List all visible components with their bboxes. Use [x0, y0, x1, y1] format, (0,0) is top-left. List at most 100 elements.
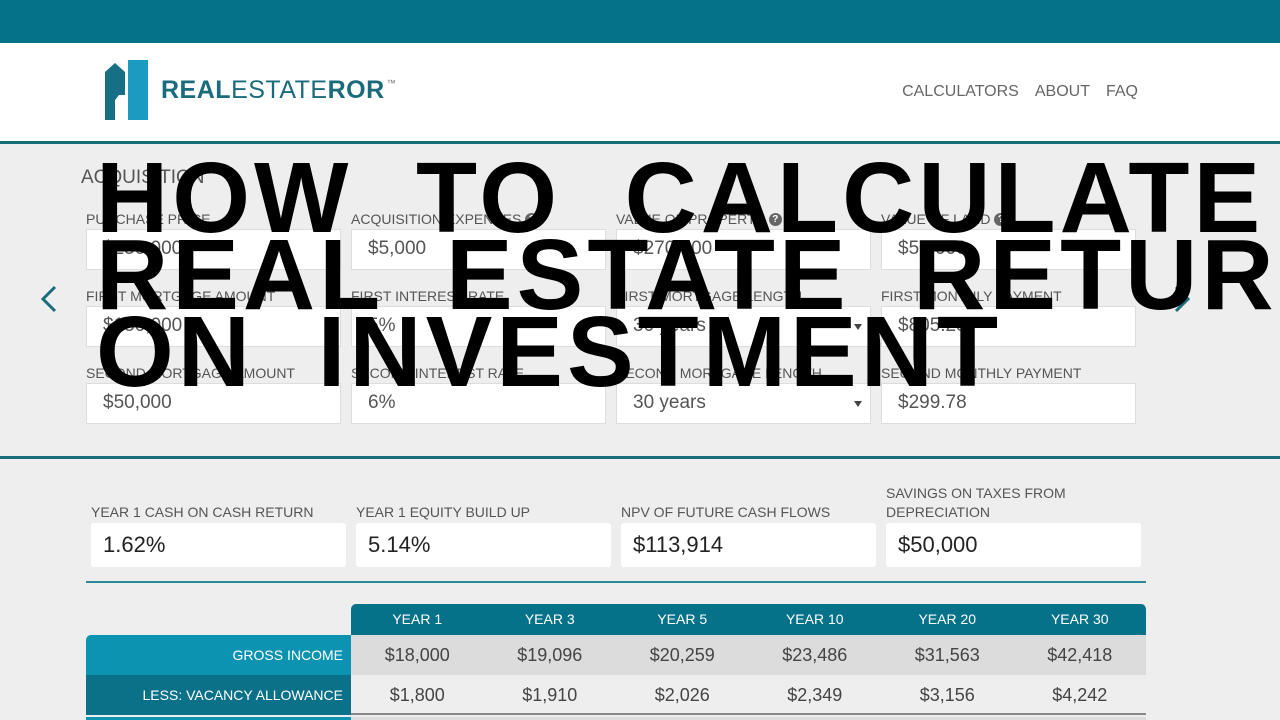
field-label: ACQUISITION EXPENSES?	[351, 209, 606, 229]
field-label-text: ACQUISITION EXPENSES	[351, 211, 522, 227]
logo-text: REALESTATEROR ™	[161, 75, 397, 104]
text-input[interactable]: $50,000	[881, 229, 1136, 270]
input-value: 30 years	[633, 392, 706, 413]
field-label: SECOND MORTGAGE LENGTH	[616, 363, 871, 383]
input-value: $250,000	[103, 238, 183, 259]
result-value: 5.14%	[356, 523, 611, 567]
input-value: 30 years	[633, 315, 706, 336]
help-icon[interactable]: ?	[994, 212, 1008, 226]
field-first-interest-rate: FIRST INTEREST RATE 5%	[351, 286, 606, 347]
field-label-text: SECOND MORTGAGE LENGTH	[616, 365, 822, 381]
caret-down-icon[interactable]	[854, 324, 862, 330]
result-label: SAVINGS ON TAXES FROM DEPRECIATION	[886, 485, 1066, 520]
table-cell: $3,156	[919, 685, 975, 705]
table-cell: $19,096	[517, 645, 583, 665]
text-input[interactable]: $270,000	[616, 229, 871, 270]
table-cell: $1,800	[389, 685, 445, 705]
text-input[interactable]: 5%	[351, 306, 606, 347]
result-value: $113,914	[621, 523, 876, 567]
column-header: YEAR 20	[918, 611, 977, 627]
text-input[interactable]: $299.78	[881, 383, 1136, 424]
field-label: SECOND MONTHLY PAYMENT	[881, 363, 1136, 383]
field-label-text: VALUE OF PROPERTY	[616, 211, 765, 227]
result-year-1-cash-on-cash-return: YEAR 1 CASH ON CASH RETURN 1.62%	[91, 485, 346, 567]
result-label: YEAR 1 EQUITY BUILD UP	[356, 504, 531, 520]
help-icon[interactable]: ?	[525, 212, 539, 226]
text-input[interactable]: $50,000	[86, 383, 341, 424]
field-label-text: PURCHASE PRICE	[86, 211, 211, 227]
input-value: $50,000	[898, 238, 967, 259]
result-savings-on-taxes-from-depreciation: SAVINGS ON TAXES FROM DEPRECIATION $50,00…	[886, 485, 1141, 567]
nav-faq[interactable]: FAQ	[1106, 83, 1138, 101]
chevron-right-icon[interactable]	[1170, 284, 1194, 314]
input-value: 5%	[368, 315, 396, 336]
chevron-left-icon[interactable]	[37, 284, 61, 314]
column-header: YEAR 5	[657, 611, 708, 627]
result-year-1-equity-build-up: YEAR 1 EQUITY BUILD UP 5.14%	[356, 485, 611, 567]
field-label: VALUE OF LAND?	[881, 209, 1136, 229]
table-cell: $23,486	[782, 645, 848, 665]
field-second-interest-rate: SECOND INTEREST RATE 6%	[351, 363, 606, 424]
result-label: YEAR 1 CASH ON CASH RETURN	[91, 504, 314, 520]
field-label-text: SECOND MORTGAGE AMOUNT	[86, 365, 295, 381]
result-value: $50,000	[886, 523, 1141, 567]
nav-about[interactable]: ABOUT	[1035, 83, 1090, 101]
field-first-monthly-payment: FIRST MONTHLY PAYMENT $805.23	[881, 286, 1136, 347]
caret-down-icon[interactable]	[854, 401, 862, 407]
field-value-of-property: VALUE OF PROPERTY? $270,000	[616, 209, 871, 270]
input-value: $50,000	[103, 392, 172, 413]
text-input[interactable]: $150,000	[86, 306, 341, 347]
video-title-overlay: HOW TO CALCULATE REAL ESTATE RETURN ON I…	[96, 148, 1280, 402]
input-value: $270,000	[633, 238, 713, 259]
field-first-mortgage-amount: FIRST MORTGAGE AMOUNT $150,000	[86, 286, 341, 347]
site-header: REALESTATEROR ™ CALCULATORS ABOUT FAQ	[0, 43, 1280, 144]
field-value-of-land: VALUE OF LAND? $50,000	[881, 209, 1136, 270]
table-cell: $31,563	[914, 645, 980, 665]
top-bar	[0, 0, 1280, 43]
result-label: NPV OF FUTURE CASH FLOWS	[621, 504, 831, 520]
column-header: YEAR 10	[785, 611, 844, 627]
logo[interactable]: REALESTATEROR ™	[105, 60, 396, 120]
field-label-text: FIRST MONTHLY PAYMENT	[881, 288, 1062, 304]
select-input[interactable]: 30 years	[616, 383, 871, 424]
field-label: FIRST MORTGAGE AMOUNT	[86, 286, 341, 306]
field-label-text: SECOND INTEREST RATE	[351, 365, 524, 381]
building-logo-icon	[105, 60, 148, 120]
results-divider	[86, 581, 1146, 583]
column-header: YEAR 30	[1050, 611, 1109, 627]
result-value: 1.62%	[91, 523, 346, 567]
field-second-mortgage-amount: SECOND MORTGAGE AMOUNT $50,000	[86, 363, 341, 424]
table-cell: $1,910	[522, 685, 578, 705]
field-label: VALUE OF PROPERTY?	[616, 209, 871, 229]
select-input[interactable]: 30 years	[616, 306, 871, 347]
field-label: FIRST INTEREST RATE	[351, 286, 606, 306]
text-input[interactable]: $5,000	[351, 229, 606, 270]
input-value: $299.78	[898, 392, 967, 413]
input-value: 6%	[368, 392, 396, 413]
nav-calculators[interactable]: CALCULATORS	[902, 83, 1019, 101]
section-divider	[0, 456, 1280, 459]
table-row: $18,000 $19,096 $20,259 $23,486 $31,563 …	[351, 635, 1146, 675]
text-input[interactable]: 6%	[351, 383, 606, 424]
table-header: YEAR 1 YEAR 3 YEAR 5 YEAR 10 YEAR 20 YEA…	[351, 604, 1146, 635]
field-first-mortgage-length: FIRST MORTGAGE LENGTH 30 years	[616, 286, 871, 347]
field-label-text: FIRST MORTGAGE AMOUNT	[86, 288, 276, 304]
column-header: YEAR 3	[524, 611, 575, 627]
field-label-text: FIRST INTEREST RATE	[351, 288, 505, 304]
field-label-text: FIRST MORTGAGE LENGTH	[616, 288, 803, 304]
table-cell: $2,349	[787, 685, 843, 705]
text-input[interactable]: $805.23	[881, 306, 1136, 347]
help-icon[interactable]: ?	[768, 212, 782, 226]
input-value: $5,000	[368, 238, 427, 259]
field-label-text: SECOND MONTHLY PAYMENT	[881, 365, 1082, 381]
field-second-mortgage-length: SECOND MORTGAGE LENGTH 30 years	[616, 363, 871, 424]
text-input[interactable]: $250,000	[86, 229, 341, 270]
row-label-gross-income: GROSS INCOME	[86, 635, 351, 675]
section-title: ACQUISITION	[81, 167, 205, 188]
table-cell: $2,026	[654, 685, 710, 705]
field-label: FIRST MONTHLY PAYMENT	[881, 286, 1136, 306]
table-row: $1,800 $1,910 $2,026 $2,349 $3,156 $4,24…	[351, 675, 1146, 715]
field-acquisition-expenses: ACQUISITION EXPENSES? $5,000	[351, 209, 606, 270]
field-label: SECOND MORTGAGE AMOUNT	[86, 363, 341, 383]
field-label: FIRST MORTGAGE LENGTH	[616, 286, 871, 306]
